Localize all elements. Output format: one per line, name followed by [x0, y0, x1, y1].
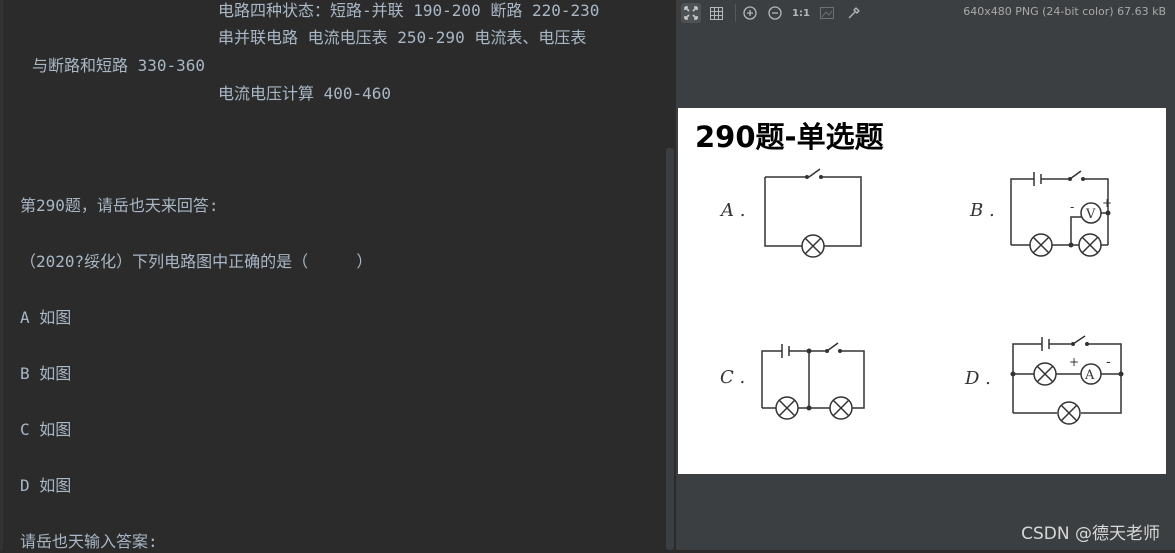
eyedropper-icon[interactable]: [844, 3, 864, 23]
console-line: 电流电压计算 400-460: [218, 84, 392, 103]
voltmeter-plus-label: +: [1102, 196, 1112, 210]
console-line: （2020?绥化）下列电路图中正确的是（ ）: [20, 252, 373, 271]
image-info-label: 640x480 PNG (24-bit color) 67.63 kB: [963, 5, 1166, 18]
ammeter-plus-label: +: [1069, 355, 1079, 369]
actual-size-button[interactable]: 1:1: [791, 3, 811, 23]
background-icon[interactable]: [817, 3, 837, 23]
console-line: 电路四种状态：短路-并联 190-200 断路 220-230: [218, 1, 600, 20]
console-line: A 如图: [20, 308, 72, 327]
circuit-diagrams: A . V - + B . C . A + - D .: [719, 168, 1124, 425]
image-viewer-toolbar: 1:1 640x480 PNG (24-bit color) 67.63 kB: [676, 0, 1175, 26]
image-viewer-panel: 1:1 640x480 PNG (24-bit color) 67.63 kB …: [676, 0, 1175, 550]
circuit-option-c: [761, 342, 865, 420]
console-line: B 如图: [20, 364, 72, 383]
image-canvas[interactable]: 290题-单选题 A . V - + B . C . A + - D .: [678, 108, 1166, 474]
console-line: 与断路和短路 330-360: [32, 56, 206, 75]
grid-icon[interactable]: [706, 3, 726, 23]
toolbar-separator: [735, 4, 736, 22]
option-c-label: C .: [720, 367, 745, 388]
zoom-in-icon[interactable]: [740, 3, 760, 23]
zoom-out-icon[interactable]: [765, 3, 785, 23]
console-output-panel[interactable]: 电路四种状态：短路-并联 190-200 断路 220-230 串并联电路 电流…: [0, 0, 666, 551]
console-line: 串并联电路 电流电压表 250-290 电流表、电压表: [218, 28, 587, 47]
ammeter-minus-label: -: [1106, 355, 1111, 370]
circuit-option-b: [1010, 170, 1111, 257]
voltmeter-label: V: [1085, 207, 1096, 222]
watermark: CSDN @德天老师: [1021, 524, 1160, 544]
console-line: D 如图: [20, 476, 72, 495]
option-a-label: A .: [719, 200, 745, 221]
option-b-label: B .: [969, 200, 995, 221]
console-line: C 如图: [20, 420, 72, 439]
circuit-option-d: [1010, 335, 1124, 425]
console-line: 第290题，请岳也天来回答:: [20, 196, 219, 215]
circuit-option-a: [764, 168, 862, 258]
console-scroll-thumb[interactable]: [666, 148, 674, 550]
voltmeter-minus-label: -: [1070, 200, 1074, 214]
fit-window-icon[interactable]: [681, 3, 701, 23]
ammeter-label: A: [1084, 368, 1095, 383]
option-d-label: D .: [964, 368, 991, 389]
